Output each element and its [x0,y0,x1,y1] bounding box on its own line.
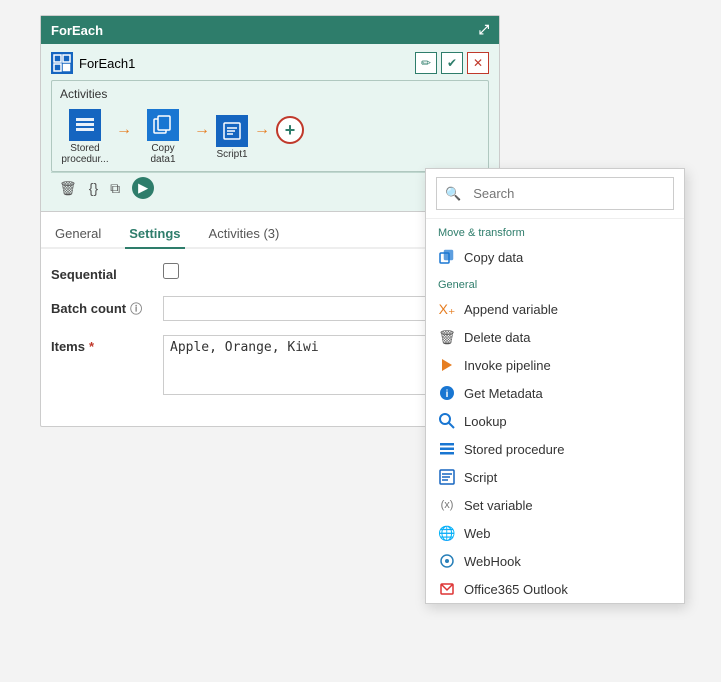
arrow-3: → [254,121,270,139]
sequential-label: Sequential [51,263,151,282]
foreach-title-row: ForEach1 ✏ ✔ ✕ [51,52,489,74]
dropdown-item-append-variable[interactable]: X₊ Append variable [426,295,684,323]
expand-icon[interactable]: ⤢ [479,22,489,38]
set-variable-icon: (x) [438,496,456,514]
foreach-name: ForEach1 [51,52,135,74]
code-button[interactable]: {} [89,180,98,196]
tab-settings[interactable]: Settings [125,220,184,249]
dropdown-item-set-variable[interactable]: (x) Set variable [426,491,684,519]
activity-dropdown: 🔍 Move & transform Copy data General X₊ … [425,168,685,604]
search-row: 🔍 [426,169,684,219]
items-row: Items Apple, Orange, Kiwi [51,335,489,398]
copy-data-dropdown-icon [438,248,456,266]
toolbar-row: 🗑 {} ⧉ ▶ [51,172,489,203]
dropdown-item-lookup[interactable]: Lookup [426,407,684,435]
edit-icon-box[interactable]: ✏ [415,52,437,74]
pipeline-steps: Stored procedur... → Copy data1 → [60,109,480,165]
activities-area: Activities Stored procedur... → [51,80,489,172]
web-icon: 🌐 [438,524,456,542]
search-input-wrap: 🔍 [436,177,674,210]
step-copy-data[interactable]: Copy data1 [138,109,188,165]
search-input[interactable] [467,182,665,205]
check-icon-box[interactable]: ✔ [441,52,463,74]
dropdown-item-web[interactable]: 🌐 Web [426,519,684,547]
office365-icon [438,580,456,598]
webhook-icon [438,552,456,570]
copy-button[interactable]: ⧉ [110,180,120,197]
section-general: General [426,271,684,295]
sequential-checkbox[interactable] [163,263,179,279]
foreach-node-label: ForEach1 [79,56,135,71]
dropdown-item-office365[interactable]: Office365 Outlook [426,575,684,603]
arrow-2: → [194,121,210,139]
script-icon [216,115,248,147]
delete-button[interactable]: 🗑 [59,180,77,197]
append-var-icon: X₊ [438,300,456,318]
close-icon-box[interactable]: ✕ [467,52,489,74]
batch-count-row: Batch count ⓘ [51,296,489,321]
batch-count-label: Batch count ⓘ [51,296,151,317]
lookup-icon [438,412,456,430]
sequential-row: Sequential [51,263,489,282]
run-button[interactable]: ▶ [132,177,154,199]
tab-general[interactable]: General [51,220,105,249]
dropdown-item-get-metadata[interactable]: i Get Metadata [426,379,684,407]
items-label: Items [51,335,151,354]
script-label: Script1 [216,149,247,160]
add-activity-button[interactable]: + [276,116,304,144]
stored-procedure-icon [438,440,456,458]
foreach-header-title: ForEach [51,23,103,38]
script-dropdown-icon [438,468,456,486]
section-move-transform: Move & transform [426,219,684,243]
dropdown-item-invoke-pipeline[interactable]: Invoke pipeline [426,351,684,379]
step-script[interactable]: Script1 [216,115,248,160]
arrow-1: → [116,121,132,139]
tab-activities[interactable]: Activities (3) [205,220,284,249]
dropdown-item-script[interactable]: Script [426,463,684,491]
get-metadata-icon: i [438,384,456,402]
batch-count-info-icon[interactable]: ⓘ [130,300,142,317]
foreach-node-icon [51,52,73,74]
activities-label: Activities [60,87,480,101]
copy-data-label: Copy data1 [138,143,188,165]
search-icon: 🔍 [445,186,461,202]
delete-data-icon: 🗑 [438,328,456,346]
dropdown-item-webhook[interactable]: WebHook [426,547,684,575]
stored-proc-icon [69,109,101,141]
dropdown-item-copy-data[interactable]: Copy data [426,243,684,271]
invoke-pipeline-icon [438,356,456,374]
foreach-header: ForEach ⤢ [41,16,499,44]
dropdown-item-stored-procedure[interactable]: Stored procedure [426,435,684,463]
dropdown-item-delete-data[interactable]: 🗑 Delete data [426,323,684,351]
stored-proc-label: Stored procedur... [60,143,110,165]
step-stored-proc[interactable]: Stored procedur... [60,109,110,165]
svg-text:i: i [446,389,449,400]
foreach-header-label: ForEach [51,23,103,38]
action-icons: ✏ ✔ ✕ [415,52,489,74]
dropdown-scroll[interactable]: Move & transform Copy data General X₊ Ap… [426,219,684,603]
copy-data-icon [147,109,179,141]
